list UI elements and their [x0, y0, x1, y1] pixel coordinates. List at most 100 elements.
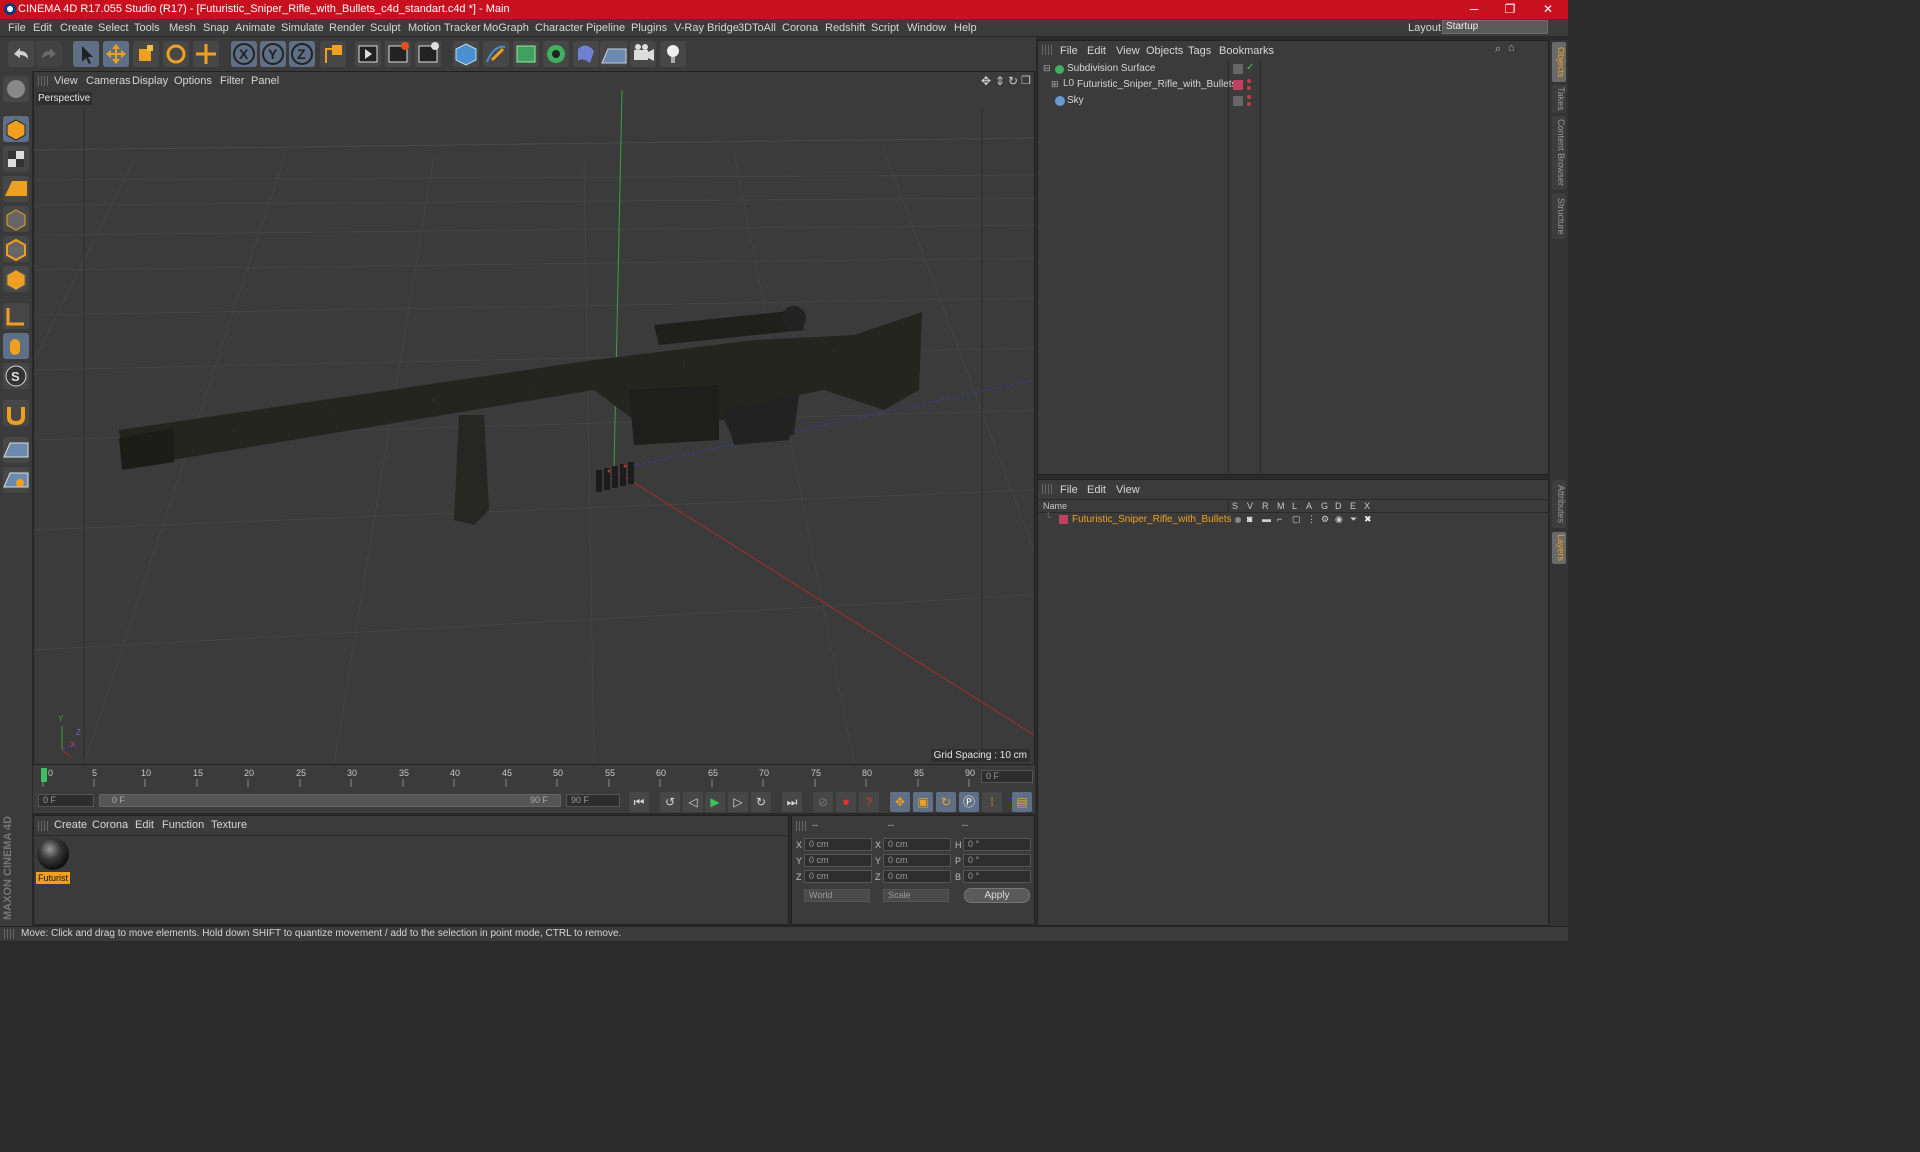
object-menu-edit[interactable]: Edit — [1087, 45, 1106, 57]
menu-mograph[interactable]: MoGraph — [483, 22, 529, 34]
viewport[interactable]: View Cameras Display Options Filter Pane… — [33, 71, 1035, 765]
cube-icon[interactable] — [453, 41, 479, 67]
menu-motion-tracker[interactable]: Motion Tracker — [408, 22, 481, 34]
object-menu-tags[interactable]: Tags — [1188, 45, 1211, 57]
next-key-icon[interactable]: ↻ — [751, 792, 771, 812]
layer-solo-toggle[interactable] — [1235, 517, 1241, 523]
tab-content-browser[interactable]: Content Browser — [1552, 116, 1566, 190]
coordinate-system-icon[interactable] — [320, 41, 346, 67]
x-axis-icon[interactable]: X — [231, 41, 257, 67]
key-pla-icon[interactable]: ⁞ — [982, 792, 1002, 812]
edges-mode-icon[interactable] — [3, 236, 29, 262]
enabled-check-icon[interactable]: ✓ — [1246, 62, 1254, 73]
menu-edit[interactable]: Edit — [33, 22, 52, 34]
viewport-menu-options[interactable]: Options — [174, 75, 212, 87]
viewport-maximize-icon[interactable]: ❐ — [1021, 74, 1031, 87]
search-icon[interactable]: ⌕ — [1495, 43, 1501, 56]
layer-deformers-icon[interactable]: ◉ — [1335, 514, 1343, 525]
menu-mesh[interactable]: Mesh — [169, 22, 196, 34]
texture-mode-icon[interactable] — [3, 146, 29, 172]
auto-keying-icon[interactable]: ⏺ — [836, 792, 856, 812]
object-mode-icon[interactable] — [3, 116, 29, 142]
layer-render-icon[interactable]: ▬ — [1262, 514, 1271, 524]
menu-help[interactable]: Help — [954, 22, 977, 34]
menu-redshift[interactable]: Redshift — [825, 22, 865, 34]
floor-icon[interactable] — [600, 41, 628, 67]
size-y-field[interactable]: 0 cm — [883, 854, 951, 867]
size-z-field[interactable]: 0 cm — [883, 870, 951, 883]
material-menu-function[interactable]: Function — [162, 819, 204, 831]
menu-window[interactable]: Window — [907, 22, 946, 34]
layout-dropdown[interactable]: Startup — [1442, 20, 1548, 34]
camera-icon[interactable] — [630, 41, 656, 67]
size-mode-dropdown[interactable]: Scale — [883, 889, 949, 902]
material-menu-corona[interactable]: Corona — [92, 819, 128, 831]
material-menu-texture[interactable]: Texture — [211, 819, 247, 831]
go-to-end-icon[interactable]: ⏭ — [782, 792, 802, 812]
points-mode-icon[interactable] — [3, 206, 29, 232]
object-menu-file[interactable]: File — [1060, 45, 1078, 57]
expand-icon[interactable]: ⊞ — [1051, 79, 1059, 90]
tweak-mode-icon[interactable] — [3, 333, 29, 359]
render-visibility-dot[interactable] — [1247, 86, 1251, 90]
home-icon[interactable]: ⌂ — [1508, 42, 1515, 54]
next-frame-icon[interactable]: ▷ — [728, 792, 748, 812]
key-scale-icon[interactable]: ▣ — [913, 792, 933, 812]
material-menu-create[interactable]: Create — [54, 819, 87, 831]
tab-takes[interactable]: Takes — [1552, 85, 1566, 113]
frame-range-slider[interactable]: 0 F 90 F — [99, 794, 561, 807]
render-view-icon[interactable] — [355, 41, 381, 67]
size-x-field[interactable]: 0 cm — [883, 838, 951, 851]
move-plus-icon[interactable] — [193, 41, 219, 67]
menu-file[interactable]: File — [8, 22, 26, 34]
play-icon[interactable]: ▶ — [705, 792, 725, 812]
menu-script[interactable]: Script — [871, 22, 899, 34]
edit-render-settings-icon[interactable] — [415, 41, 441, 67]
menu-tools[interactable]: Tools — [134, 22, 160, 34]
menu-pipeline[interactable]: Pipeline — [586, 22, 625, 34]
object-row-subdivision-surface[interactable]: ⊟ Subdivision Surface ✓ — [1039, 61, 1549, 77]
collapse-icon[interactable]: ⊟ — [1043, 63, 1051, 74]
layer-view-eye-icon[interactable]: ◙ — [1247, 514, 1252, 524]
coordinate-mode-dropdown[interactable]: World — [804, 889, 870, 902]
menu-plugins[interactable]: Plugins — [631, 22, 667, 34]
key-parameter-icon[interactable]: Ⓟ — [959, 792, 979, 812]
layer-lock-icon[interactable]: ▢ — [1292, 514, 1301, 525]
close-button[interactable]: ✕ — [1530, 0, 1566, 19]
tab-layers[interactable]: Layers — [1552, 532, 1566, 564]
viewport-nav-rotate-icon[interactable]: ↻ — [1008, 74, 1018, 88]
undo-icon[interactable] — [8, 41, 34, 67]
menu-create[interactable]: Create — [60, 22, 93, 34]
rotate-icon[interactable] — [163, 41, 189, 67]
lock-workplane-icon[interactable] — [3, 437, 29, 463]
menu-sculpt[interactable]: Sculpt — [370, 22, 401, 34]
model-mode-icon[interactable] — [3, 76, 29, 102]
menu-vray-bridge[interactable]: V-Ray Bridge — [674, 22, 739, 34]
key-position-icon[interactable]: ✥ — [890, 792, 910, 812]
timeline-window-icon[interactable]: ▤ — [1012, 792, 1032, 812]
render-picture-viewer-icon[interactable] — [385, 41, 411, 67]
go-to-start-icon[interactable]: ⏮ — [629, 792, 649, 812]
menu-animate[interactable]: Animate — [235, 22, 275, 34]
viewport-menu-panel[interactable]: Panel — [251, 75, 279, 87]
previous-key-icon[interactable]: ↺ — [660, 792, 680, 812]
z-axis-icon[interactable]: Z — [289, 41, 315, 67]
menu-corona[interactable]: Corona — [782, 22, 818, 34]
redo-icon[interactable] — [36, 41, 62, 67]
layer-menu-file[interactable]: File — [1060, 484, 1078, 496]
axis-mode-icon[interactable] — [3, 303, 29, 329]
polygons-mode-icon[interactable] — [3, 266, 29, 292]
viewport-menu-display[interactable]: Display — [132, 75, 168, 87]
viewport-menu-view[interactable]: View — [54, 75, 78, 87]
viewport-nav-zoom-icon[interactable]: ⇕ — [995, 74, 1005, 88]
layer-animation-icon[interactable]: ⋮ — [1307, 514, 1316, 525]
material-menu-edit[interactable]: Edit — [135, 819, 154, 831]
rotation-b-field[interactable]: 0 ° — [963, 870, 1031, 883]
layer-color-swatch[interactable] — [1233, 64, 1243, 74]
move-icon[interactable] — [103, 41, 129, 67]
timeline-ruler[interactable]: 0 5 10 15 20 25 30 35 40 45 50 55 60 65 … — [33, 765, 1035, 789]
current-frame-field[interactable]: 0 F — [981, 770, 1033, 783]
menu-3dtoall[interactable]: 3DToAll — [738, 22, 776, 34]
tab-objects[interactable]: Objects — [1552, 42, 1566, 82]
object-row-sky[interactable]: Sky — [1039, 93, 1549, 109]
